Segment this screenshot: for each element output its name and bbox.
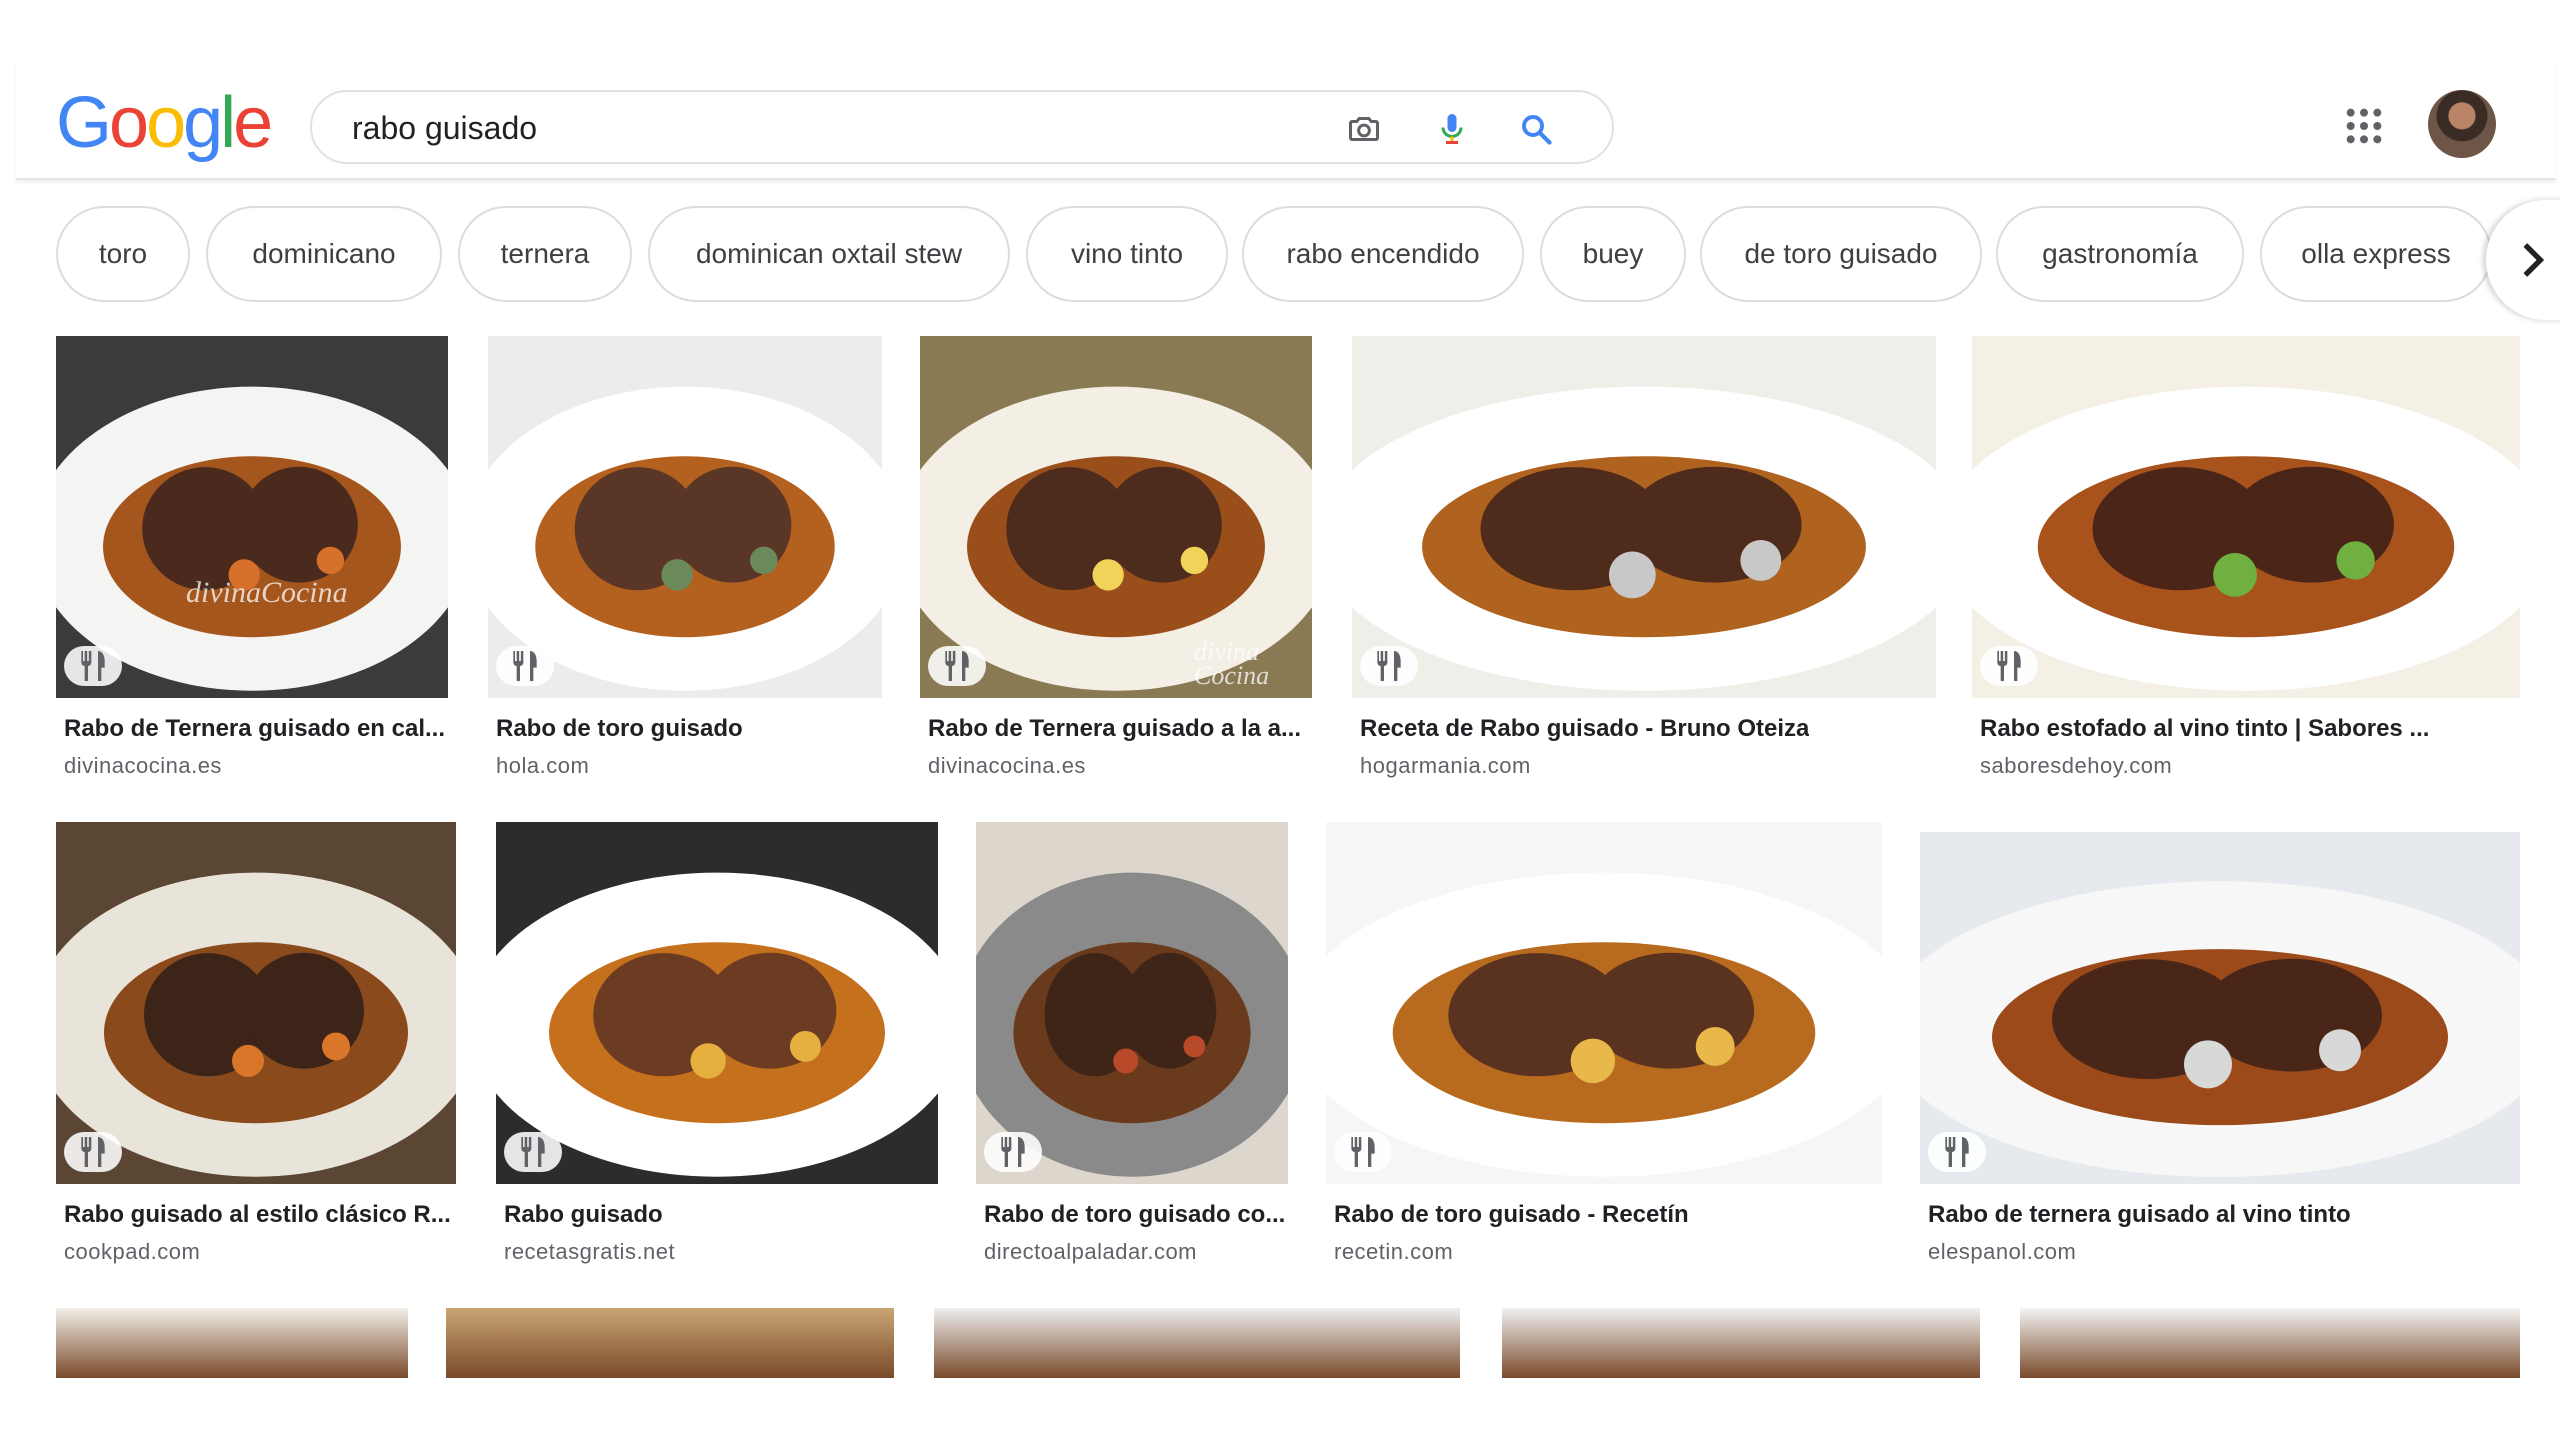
partial-result-thumbnail[interactable] (934, 1308, 1460, 1378)
result-source[interactable]: recetasgratis.net (504, 1239, 675, 1265)
result-title[interactable]: Rabo de toro guisado (496, 715, 743, 743)
image-result-2[interactable]: Rabo de toro guisado hola.com (488, 336, 882, 788)
utensils-icon (1001, 1137, 1025, 1167)
utensils-icon (1351, 1137, 1375, 1167)
utensils-icon (81, 651, 105, 681)
result-source[interactable]: recetin.com (1334, 1239, 1453, 1265)
partial-result-thumbnail[interactable] (446, 1308, 894, 1378)
chip-de-toro-guisado[interactable]: de toro guisado (1700, 206, 1982, 302)
chip-ternera[interactable]: ternera (458, 206, 632, 302)
logo-letter: e (233, 83, 273, 163)
search-icon[interactable] (1518, 111, 1554, 147)
result-thumbnail[interactable] (1326, 822, 1882, 1184)
chevron-right-icon (2523, 243, 2545, 277)
image-result-10[interactable]: Rabo de ternera guisado al vino tinto ele… (1920, 832, 2520, 1274)
microphone-icon[interactable] (1434, 111, 1470, 147)
chip-olla-express[interactable]: olla express (2260, 206, 2492, 302)
result-thumbnail[interactable] (976, 822, 1288, 1184)
image-result-6[interactable]: Rabo guisado al estilo clásico R... cookp… (56, 822, 456, 1274)
image-result-1[interactable]: divinaCocina Rabo de Ternera guisado en c… (56, 336, 448, 788)
utensils-icon (1945, 1137, 1969, 1167)
logo-letter: g (183, 83, 223, 163)
recipe-badge (496, 646, 554, 686)
image-result-9[interactable]: Rabo de toro guisado - Recetín recetin.co… (1326, 822, 1882, 1274)
result-source[interactable]: divinacocina.es (928, 753, 1086, 779)
result-thumbnail[interactable] (1352, 336, 1936, 698)
logo-letter: G (56, 83, 112, 163)
image-result-5[interactable]: Rabo estofado al vino tinto | Sabores ..… (1972, 336, 2520, 788)
partial-result-thumbnail[interactable] (2020, 1308, 2520, 1378)
watermark: divinaCocina (186, 576, 348, 609)
result-title[interactable]: Rabo de toro guisado co... (984, 1201, 1285, 1229)
result-source[interactable]: elespanol.com (1928, 1239, 2076, 1265)
partial-result-thumbnail[interactable] (1502, 1308, 1980, 1378)
result-title[interactable]: Rabo de ternera guisado al vino tinto (1928, 1201, 2351, 1229)
logo-letter: o (109, 83, 149, 163)
result-thumbnail[interactable] (1972, 336, 2520, 698)
recipe-badge (928, 646, 986, 686)
chip-rabo-encendido[interactable]: rabo encendido (1242, 206, 1524, 302)
recipe-badge (504, 1132, 562, 1172)
camera-icon[interactable] (1346, 111, 1382, 147)
chip-buey[interactable]: buey (1540, 206, 1686, 302)
utensils-icon (81, 1137, 105, 1167)
chip-dominicano[interactable]: dominicano (206, 206, 442, 302)
recipe-badge (984, 1132, 1042, 1172)
watermark: divina Cocina (1194, 637, 1270, 690)
logo-letter: o (146, 83, 186, 163)
result-thumbnail[interactable] (1920, 832, 2520, 1184)
recipe-badge (64, 646, 122, 686)
chip-dominican-oxtail-stew[interactable]: dominican oxtail stew (648, 206, 1010, 302)
result-thumbnail[interactable]: divinaCocina (56, 336, 448, 698)
chip-vino-tinto[interactable]: vino tinto (1026, 206, 1228, 302)
logo-letter: l (220, 83, 236, 163)
recipe-badge (1928, 1132, 1986, 1172)
result-source[interactable]: divinacocina.es (64, 753, 222, 779)
result-thumbnail[interactable] (56, 822, 456, 1184)
result-title[interactable]: Rabo de Ternera guisado en cal... (64, 715, 445, 743)
avatar[interactable] (2428, 90, 2496, 158)
utensils-icon (513, 651, 537, 681)
related-searches-chips: toro dominicano ternera dominican oxtail st… (0, 206, 2560, 306)
image-result-7[interactable]: Rabo guisado recetasgratis.net (496, 822, 938, 1274)
chip-toro[interactable]: toro (56, 206, 190, 302)
result-title[interactable]: Rabo de Ternera guisado a la a... (928, 715, 1301, 743)
google-logo[interactable]: Google (56, 82, 273, 164)
header-bar: Google rabo guisado (16, 60, 2556, 180)
image-result-4[interactable]: Receta de Rabo guisado - Bruno Oteiza hog… (1352, 336, 1936, 788)
utensils-icon (1377, 651, 1401, 681)
recipe-badge (1334, 1132, 1392, 1172)
result-thumbnail[interactable] (496, 822, 938, 1184)
partial-result-thumbnail[interactable] (56, 1308, 408, 1378)
utensils-icon (521, 1137, 545, 1167)
result-title[interactable]: Rabo estofado al vino tinto | Sabores ..… (1980, 715, 2429, 743)
result-source[interactable]: cookpad.com (64, 1239, 200, 1265)
result-title[interactable]: Rabo guisado al estilo clásico R... (64, 1201, 451, 1229)
search-input[interactable]: rabo guisado (352, 110, 537, 147)
result-thumbnail[interactable] (488, 336, 882, 698)
apps-grid-icon[interactable] (2344, 106, 2384, 146)
result-source[interactable]: hola.com (496, 753, 589, 779)
result-source[interactable]: directoalpaladar.com (984, 1239, 1197, 1265)
result-thumbnail[interactable]: divina Cocina (920, 336, 1312, 698)
result-title[interactable]: Rabo de toro guisado - Recetín (1334, 1201, 1689, 1229)
utensils-icon (1997, 651, 2021, 681)
image-result-8[interactable]: Rabo de toro guisado co... directoalpalad… (976, 822, 1288, 1274)
result-source[interactable]: hogarmania.com (1360, 753, 1531, 779)
image-result-3[interactable]: divina Cocina Rabo de Ternera guisado a l… (920, 336, 1312, 788)
result-title[interactable]: Rabo guisado (504, 1201, 663, 1229)
utensils-icon (945, 651, 969, 681)
chip-gastronomía[interactable]: gastronomía (1996, 206, 2244, 302)
recipe-badge (1360, 646, 1418, 686)
result-source[interactable]: saboresdehoy.com (1980, 753, 2172, 779)
result-title[interactable]: Receta de Rabo guisado - Bruno Oteiza (1360, 715, 1809, 743)
search-box[interactable]: rabo guisado (310, 90, 1614, 164)
recipe-badge (1980, 646, 2038, 686)
recipe-badge (64, 1132, 122, 1172)
